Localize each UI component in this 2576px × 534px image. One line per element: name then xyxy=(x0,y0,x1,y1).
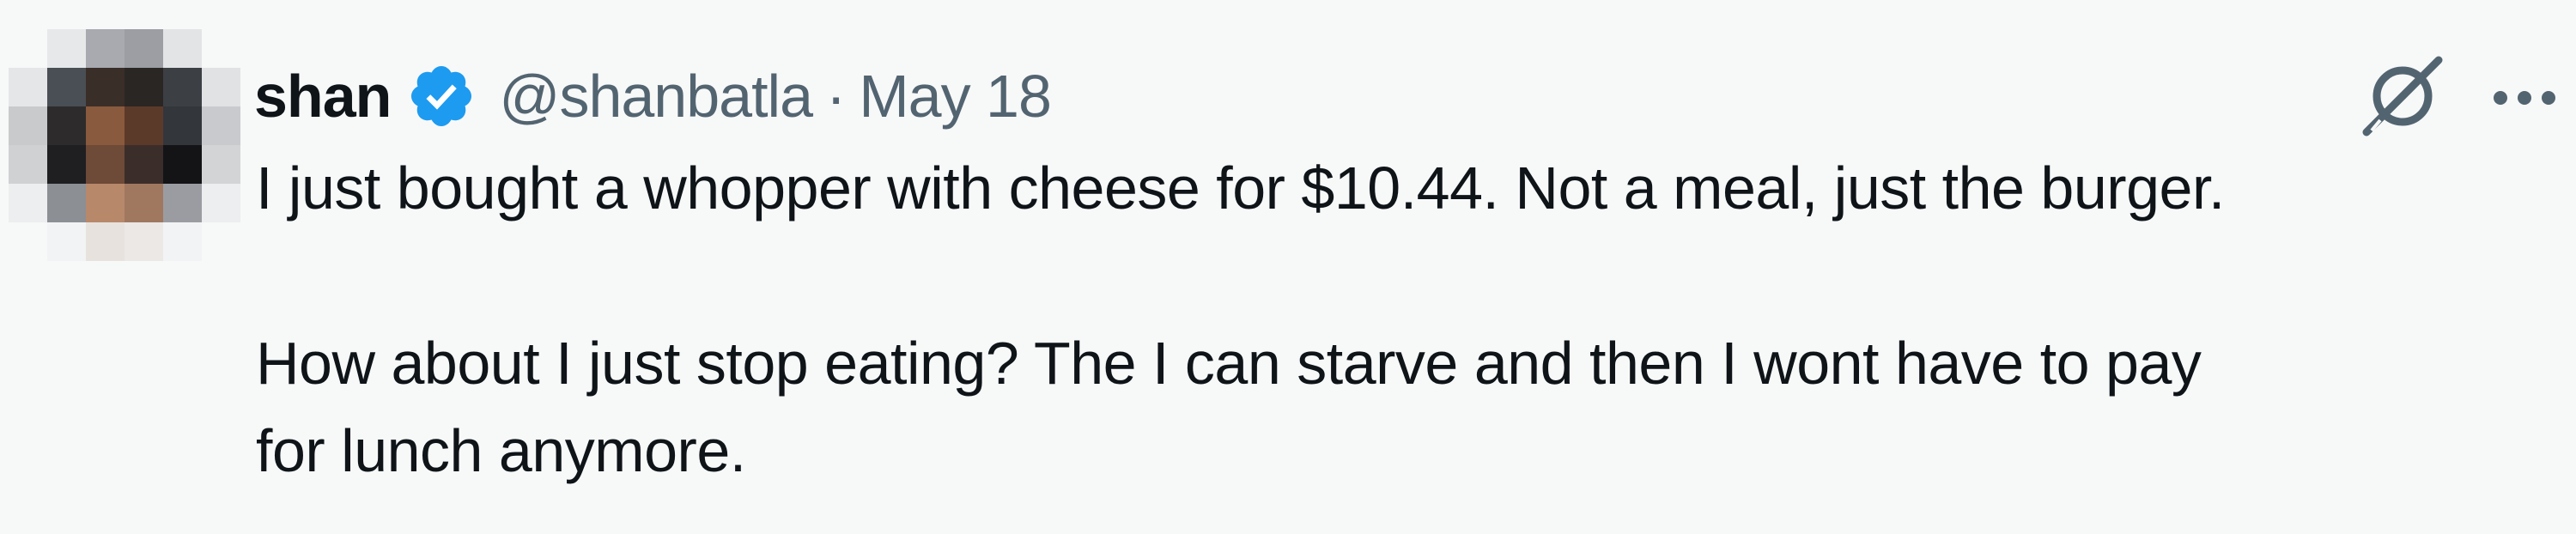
avatar[interactable] xyxy=(9,29,240,261)
separator-dot: · xyxy=(826,63,846,130)
more-options-icon[interactable] xyxy=(2486,52,2563,137)
verified-badge-icon[interactable] xyxy=(406,61,477,131)
display-name[interactable]: shan xyxy=(254,62,392,130)
author-handle[interactable]: @shanbatla xyxy=(499,62,813,130)
tweet-text-line: for lunch anymore. xyxy=(256,417,746,484)
tweet-header: shan @shanbatla · May 18 xyxy=(254,53,1052,139)
tweet-text-line: I just bought a whopper with cheese for … xyxy=(256,155,2225,221)
tweet: shan @shanbatla · May 18 I just bought a… xyxy=(0,0,2576,534)
grok-icon[interactable] xyxy=(2354,52,2449,137)
tweet-text-line: How about I just stop eating? The I can … xyxy=(256,330,2202,397)
tweet-date[interactable]: May 18 xyxy=(859,62,1052,130)
tweet-text: I just bought a whopper with cheese for … xyxy=(256,144,2557,495)
